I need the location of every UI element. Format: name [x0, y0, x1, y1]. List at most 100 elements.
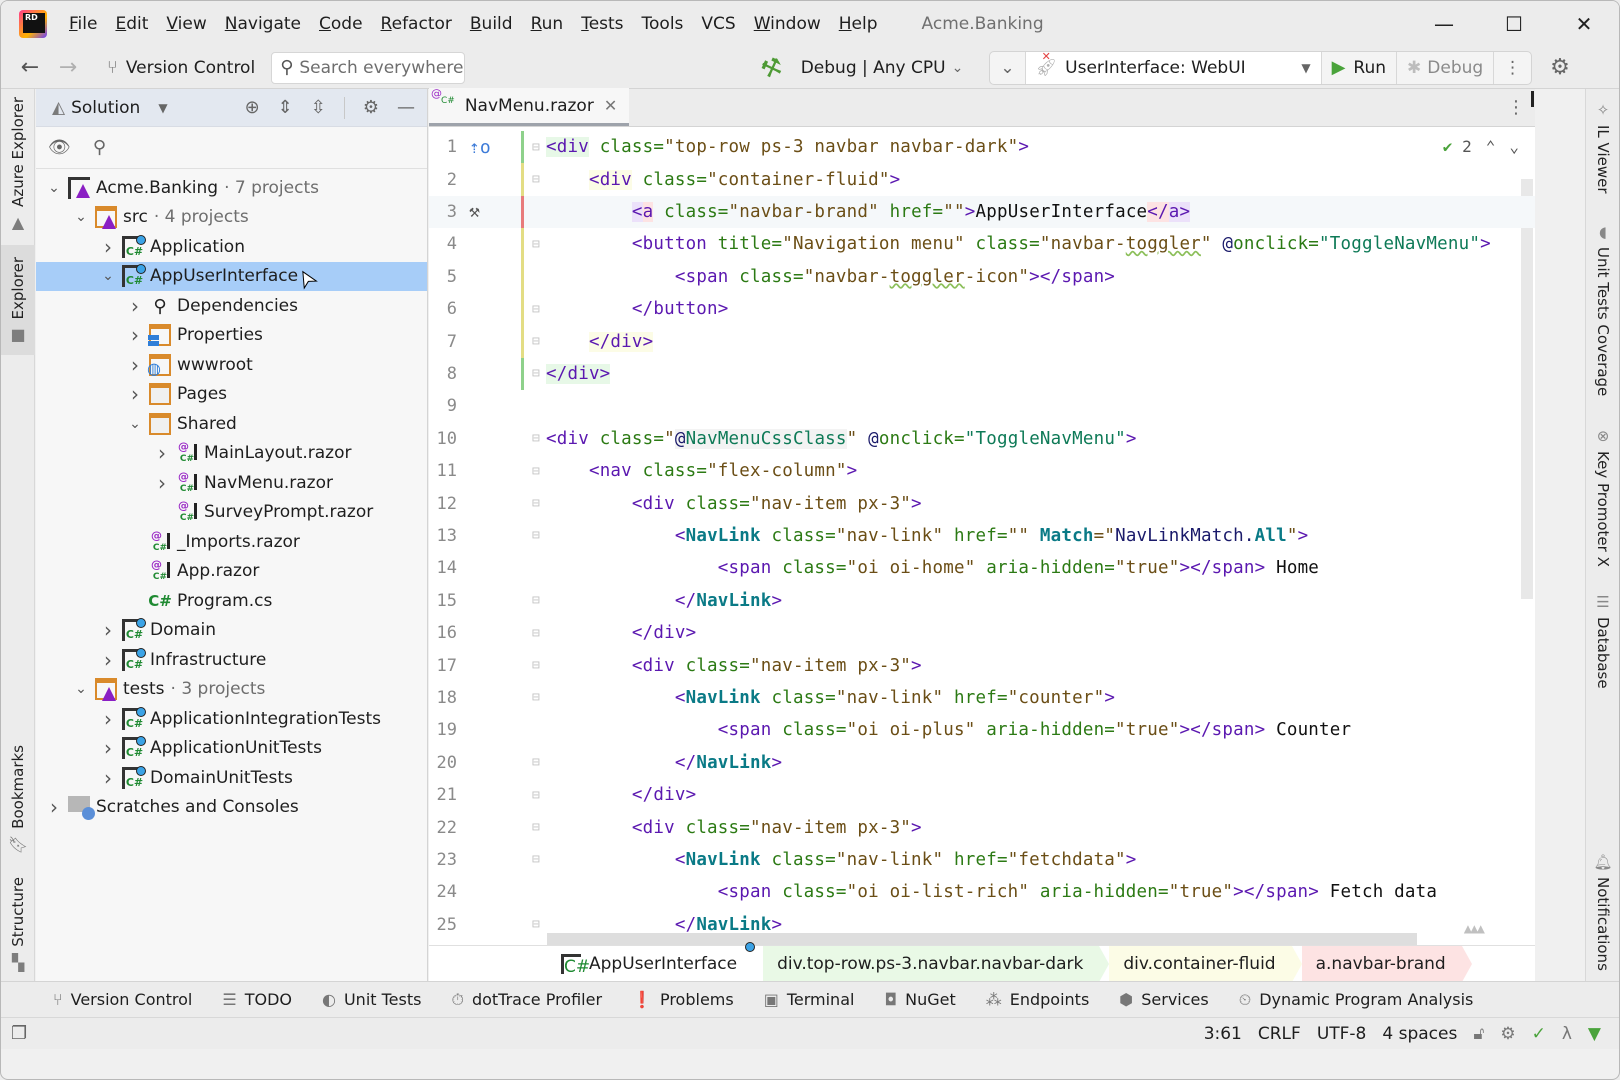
menu-file[interactable]: File: [69, 14, 97, 34]
show-files-icon[interactable]: 👁︎: [48, 137, 71, 158]
tree-item[interactable]: C# App.razor: [36, 557, 427, 587]
tree-item[interactable]: › C# DomainUnitTests: [36, 763, 427, 793]
vcs-change-marker[interactable]: [521, 293, 524, 326]
line-number[interactable]: 13: [429, 526, 457, 546]
tool-window-problems[interactable]: ❗ Problems: [632, 990, 734, 1009]
tree-item[interactable]: › C# ApplicationIntegrationTests: [36, 704, 427, 734]
back-button[interactable]: ←: [11, 55, 49, 80]
tree-item[interactable]: › C# ApplicationUnitTests: [36, 734, 427, 764]
code-line[interactable]: 15 ⊟ </NavLink>: [429, 585, 1535, 617]
hide-panel-icon[interactable]: —: [397, 97, 415, 118]
vcs-change-marker[interactable]: [521, 195, 524, 229]
menu-tests[interactable]: Tests: [581, 14, 623, 34]
tool-window-unit-tests[interactable]: ◐ Unit Tests: [322, 990, 421, 1009]
line-number[interactable]: 3: [429, 202, 457, 222]
tree-item[interactable]: C# _Imports.razor: [36, 527, 427, 557]
line-number[interactable]: 22: [429, 818, 457, 838]
chevron-down-icon[interactable]: ⌄: [125, 416, 145, 432]
fold-open-icon[interactable]: ⊟: [532, 690, 540, 705]
code-line[interactable]: 8 ⊟ </div>: [429, 357, 1535, 391]
build-config-dropdown[interactable]: Debug | Any CPU ⌄: [801, 58, 964, 78]
line-separator[interactable]: CRLF: [1258, 1024, 1301, 1044]
version-control-widget[interactable]: ⑂ Version Control: [107, 57, 255, 78]
run-history-dropdown[interactable]: ⌄: [990, 51, 1026, 84]
code-line[interactable]: 9: [429, 390, 1535, 422]
file-encoding[interactable]: UTF-8: [1317, 1024, 1367, 1044]
line-number[interactable]: 10: [429, 429, 457, 449]
tool-tab-key-promoter[interactable]: ⊗ Key Promoter X: [1586, 427, 1619, 567]
breadcrumb-item[interactable]: div.container-fluid: [1109, 945, 1302, 982]
code-line[interactable]: 18 ⊟ <NavLink class="nav-link" href="coun…: [429, 682, 1535, 714]
menu-edit[interactable]: Edit: [115, 14, 148, 34]
fold-close-icon[interactable]: ⊟: [532, 334, 540, 349]
tool-window-dottrace-profiler[interactable]: ⏱ dotTrace Profiler: [451, 990, 602, 1010]
code-line[interactable]: 5 <span class="navbar-toggler-icon"></sp…: [429, 260, 1535, 293]
tree-item[interactable]: › C# Application: [36, 232, 427, 262]
tree-item[interactable]: ⌄ Acme.Banking · 7 projects: [36, 173, 427, 203]
tree-item[interactable]: ⌄ src · 4 projects: [36, 203, 427, 233]
vcs-change-marker[interactable]: [521, 357, 524, 391]
chevron-right-icon[interactable]: ›: [125, 382, 145, 406]
tree-item[interactable]: › Scratches and Consoles: [36, 793, 427, 823]
code-analysis-icon[interactable]: ⚙: [1500, 1024, 1515, 1044]
line-number[interactable]: 18: [429, 688, 457, 708]
line-number[interactable]: 11: [429, 461, 457, 481]
menu-build[interactable]: Build: [470, 14, 513, 34]
tool-tab-il-viewer[interactable]: ✧ IL Viewer: [1586, 101, 1619, 194]
code-line[interactable]: 20 ⊟ </NavLink>: [429, 747, 1535, 779]
tree-item[interactable]: › C# Infrastructure: [36, 645, 427, 675]
breadcrumb-item[interactable]: div.top-row.ps-3.navbar.navbar-dark: [763, 945, 1110, 982]
fold-open-icon[interactable]: ⊟: [532, 528, 540, 543]
tool-tab-unit-tests-coverage[interactable]: ◖ Unit Tests Coverage: [1586, 223, 1619, 396]
line-number[interactable]: 20: [429, 753, 457, 773]
line-number[interactable]: 12: [429, 494, 457, 514]
tree-item[interactable]: C# Program.cs: [36, 586, 427, 616]
code-line[interactable]: 7 ⊟ </div>: [429, 325, 1535, 358]
fold-close-icon[interactable]: ⊟: [532, 593, 540, 608]
fold-open-icon[interactable]: ⊟: [532, 172, 540, 187]
code-line[interactable]: 19 <span class="oi oi-plus" aria-hidden=…: [429, 714, 1535, 746]
chevron-right-icon[interactable]: ›: [98, 235, 118, 259]
fold-open-icon[interactable]: ⊟: [532, 237, 540, 252]
maximize-button[interactable]: ☐: [1479, 1, 1549, 47]
run-target-selector[interactable]: 🚀︎ UserInterface: WebUI ▼: [1025, 51, 1322, 84]
menu-window[interactable]: Window: [754, 14, 821, 34]
code-line[interactable]: 14 <span class="oi oi-home" aria-hidden=…: [429, 552, 1535, 584]
code-line[interactable]: 17 ⊟ <div class="nav-item px-3">: [429, 649, 1535, 681]
expand-all-icon[interactable]: ⇕: [278, 97, 293, 118]
menu-help[interactable]: Help: [839, 14, 878, 34]
tool-tab-database[interactable]: ☰ Database: [1586, 593, 1619, 689]
line-number[interactable]: 16: [429, 623, 457, 643]
code-line[interactable]: 6 ⊟ </button>: [429, 293, 1535, 326]
menu-tools[interactable]: Tools: [642, 14, 684, 34]
vcs-change-marker[interactable]: [521, 260, 524, 293]
fold-close-icon[interactable]: ⊟: [532, 788, 540, 803]
search-everywhere-field[interactable]: ⚲ Search everywhere: [271, 51, 466, 84]
line-number[interactable]: 19: [429, 720, 457, 740]
code-line[interactable]: 12 ⊟ <div class="nav-item px-3">: [429, 487, 1535, 519]
debug-button[interactable]: ✱ Debug: [1397, 51, 1495, 84]
chevron-down-icon[interactable]: ⌄: [71, 681, 91, 697]
breadcrumb-item[interactable]: a.navbar-brand: [1301, 945, 1472, 982]
code-line[interactable]: 1 ⇡o ⊟ <div class="top-row ps-3 navbar navb…: [429, 131, 1535, 164]
code-line[interactable]: 23 ⊟ <NavLink class="nav-link" href="fetc…: [429, 844, 1535, 876]
code-editor[interactable]: ✔ 2 ⌃ ⌄ ▲▲▲ 1 ⇡o ⊟ <div class="top-row ps-3…: [429, 127, 1535, 945]
tree-item[interactable]: › Pages: [36, 380, 427, 410]
chevron-right-icon[interactable]: ›: [152, 441, 172, 465]
code-line[interactable]: 4 ⊟ <button title="Navigation menu" class…: [429, 228, 1535, 261]
line-number[interactable]: 1: [429, 137, 457, 157]
fold-close-icon[interactable]: ⊟: [532, 302, 540, 317]
indent-setting[interactable]: 4 spaces: [1382, 1024, 1457, 1044]
collapse-all-icon[interactable]: ⇳: [311, 97, 326, 118]
tree-item[interactable]: ⌄ tests · 3 projects: [36, 675, 427, 705]
line-number[interactable]: 5: [429, 267, 457, 287]
chevron-right-icon[interactable]: ›: [125, 294, 145, 318]
options-gear-icon[interactable]: ⚙: [363, 97, 379, 118]
tool-window-endpoints[interactable]: ⁂ Endpoints: [986, 990, 1090, 1009]
chevron-right-icon[interactable]: ›: [98, 766, 118, 790]
close-tab-icon[interactable]: ✕: [604, 96, 617, 115]
menu-navigate[interactable]: Navigate: [225, 14, 301, 34]
solution-wide-analysis-icon[interactable]: ✓: [1532, 1024, 1546, 1044]
code-line[interactable]: 24 <span class="oi oi-list-rich" aria-hi…: [429, 876, 1535, 908]
tool-window-nuget[interactable]: ◘ NuGet: [884, 990, 955, 1009]
